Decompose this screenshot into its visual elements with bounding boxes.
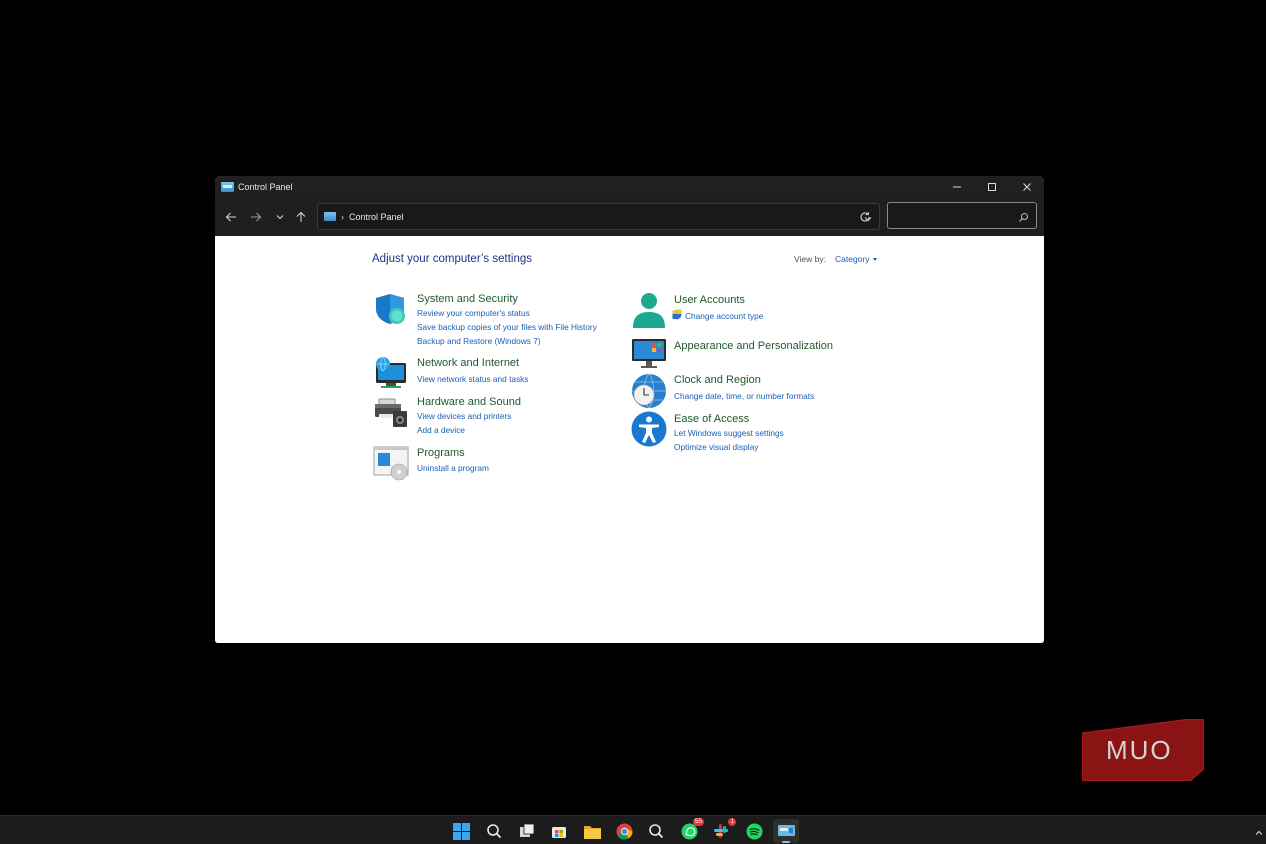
task-view-button[interactable] — [517, 821, 537, 841]
control-panel-icon — [221, 182, 234, 192]
view-by-label: View by: — [794, 254, 826, 264]
category-title-user-accounts[interactable]: User Accounts — [674, 294, 745, 306]
start-button[interactable] — [451, 821, 471, 841]
printer-icon[interactable] — [373, 394, 409, 430]
breadcrumb-separator: › — [341, 211, 344, 222]
category-title-ease-of-access[interactable]: Ease of Access — [674, 413, 749, 425]
control-panel-window: Control Panel › Control Panel Adjust you… — [215, 176, 1044, 643]
active-indicator — [782, 841, 790, 843]
chrome-icon — [616, 823, 632, 840]
clock-globe-icon[interactable] — [631, 373, 667, 409]
link-review-status[interactable]: Review your computer's status — [417, 308, 530, 318]
spotify-button[interactable] — [744, 821, 764, 841]
slack-icon — [714, 824, 728, 838]
link-network-status[interactable]: View network status and tasks — [417, 374, 528, 384]
chrome-button[interactable] — [614, 821, 634, 841]
maximize-icon — [987, 183, 996, 191]
maximize-button[interactable] — [974, 176, 1009, 198]
programs-icon[interactable] — [373, 445, 409, 481]
category-title-clock[interactable]: Clock and Region — [674, 374, 761, 386]
link-optimize-display[interactable]: Optimize visual display — [674, 442, 758, 452]
search-icon[interactable] — [1018, 210, 1029, 228]
close-icon — [1022, 183, 1031, 191]
category-title-programs[interactable]: Programs — [417, 447, 465, 459]
file-explorer-button[interactable] — [582, 821, 602, 841]
windows-logo-icon — [452, 822, 470, 840]
magnifier-icon — [649, 824, 664, 839]
link-uninstall-program[interactable]: Uninstall a program — [417, 463, 489, 473]
window-title: Control Panel — [238, 182, 293, 192]
monitor-personalization-icon[interactable] — [631, 335, 667, 371]
refresh-icon — [860, 212, 870, 222]
control-panel-icon — [324, 212, 336, 221]
search-input[interactable] — [888, 203, 1008, 228]
back-button[interactable] — [223, 210, 239, 224]
user-icon[interactable] — [631, 292, 667, 328]
folder-icon — [583, 825, 601, 839]
network-globe-icon[interactable] — [373, 355, 409, 391]
search-box[interactable] — [887, 202, 1037, 229]
slack-button[interactable]: 1 — [711, 818, 736, 841]
spotify-icon — [746, 823, 762, 839]
whatsapp-badge: 55 — [692, 818, 704, 826]
link-add-device[interactable]: Add a device — [417, 425, 465, 435]
shield-icon[interactable] — [373, 291, 409, 327]
window-controls — [939, 176, 1044, 198]
task-view-icon — [520, 823, 535, 837]
address-bar[interactable]: › Control Panel — [317, 203, 880, 230]
link-backup-restore[interactable]: Backup and Restore (Windows 7) — [417, 336, 541, 346]
taskbar: 55 1 — [0, 815, 1266, 844]
breadcrumb-control-panel[interactable]: Control Panel — [349, 212, 404, 222]
watermark-text: MUO — [1106, 735, 1173, 765]
view-by-value: Category — [835, 254, 870, 264]
category-title-hardware[interactable]: Hardware and Sound — [417, 396, 521, 408]
control-panel-icon — [777, 824, 795, 836]
whatsapp-button[interactable]: 55 — [679, 818, 704, 841]
show-hidden-icons-button[interactable] — [1254, 825, 1264, 843]
caret-down-icon — [872, 258, 877, 262]
arrow-up-icon — [296, 211, 306, 222]
accessibility-icon[interactable] — [631, 411, 667, 447]
category-title-appearance[interactable]: Appearance and Personalization — [674, 340, 833, 352]
arrow-left-icon — [225, 212, 236, 222]
app-badge: 1 — [728, 818, 736, 826]
link-date-time-formats[interactable]: Change date, time, or number formats — [674, 391, 814, 401]
chevron-up-icon — [1255, 830, 1263, 835]
taskbar-search-button[interactable] — [484, 821, 504, 841]
search-icon — [487, 824, 502, 839]
link-devices-printers[interactable]: View devices and printers — [417, 411, 511, 421]
link-change-account-type[interactable]: Change account type — [685, 311, 763, 321]
arrow-right-icon — [251, 212, 262, 222]
store-button[interactable] — [549, 821, 569, 841]
navigation-bar: › Control Panel — [215, 198, 1044, 236]
view-by-dropdown[interactable]: Category — [835, 254, 877, 264]
minimize-icon — [952, 186, 961, 188]
title-bar[interactable]: Control Panel — [215, 176, 1044, 198]
chevron-down-icon — [276, 215, 284, 220]
search-app-button[interactable] — [646, 821, 666, 841]
minimize-button[interactable] — [939, 176, 974, 198]
close-button[interactable] — [1009, 176, 1044, 198]
page-title: Adjust your computer’s settings — [372, 253, 533, 265]
link-suggest-settings[interactable]: Let Windows suggest settings — [674, 428, 784, 438]
forward-button[interactable] — [248, 210, 264, 224]
muo-watermark-logo: MUO — [1082, 719, 1204, 781]
uac-shield-icon — [672, 309, 682, 320]
control-panel-taskbar-button[interactable] — [773, 819, 799, 843]
link-file-history[interactable]: Save backup copies of your files with Fi… — [417, 322, 597, 332]
category-title-network[interactable]: Network and Internet — [417, 357, 519, 369]
recent-locations-button[interactable] — [272, 210, 288, 224]
store-icon — [552, 827, 566, 838]
refresh-button[interactable] — [859, 210, 871, 228]
up-button[interactable] — [293, 210, 309, 224]
control-panel-content: Adjust your computer’s settings View by:… — [215, 236, 1044, 643]
category-title-system-security[interactable]: System and Security — [417, 293, 518, 305]
